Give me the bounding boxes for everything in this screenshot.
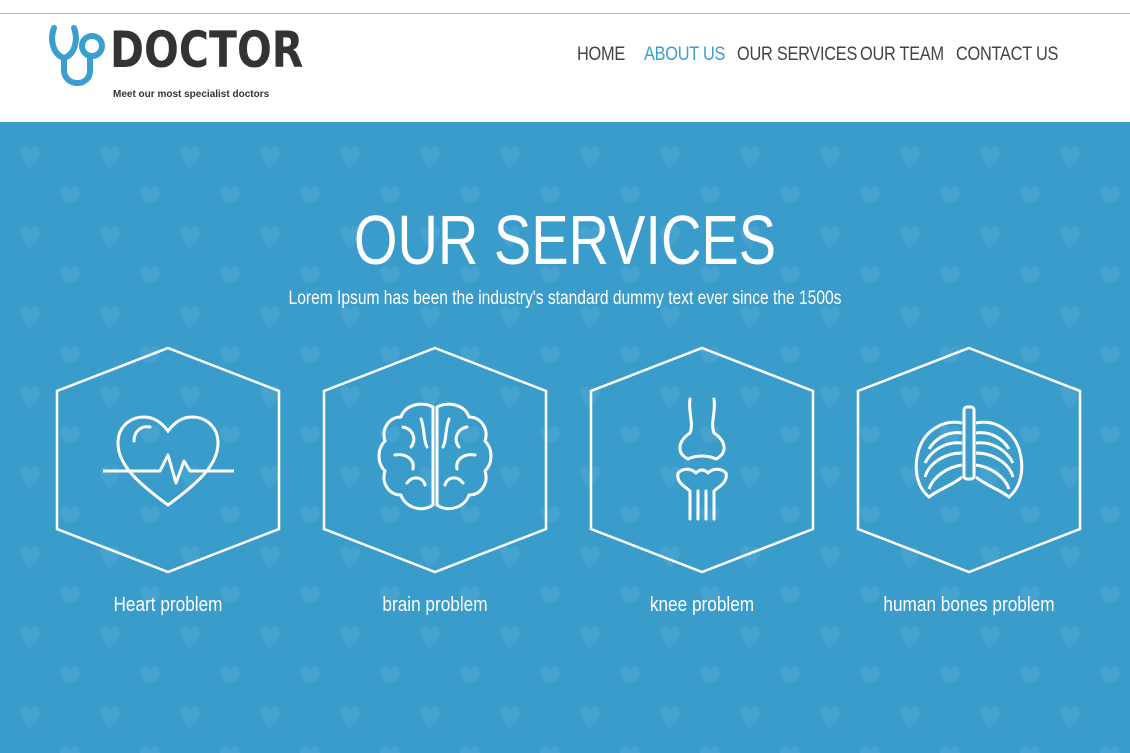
service-label: brain problem	[382, 594, 488, 616]
service-card-knee[interactable]: knee problem	[589, 346, 815, 626]
site-header: DOCTOR Meet our most specialist doctors …	[0, 14, 1130, 122]
service-label: knee problem	[649, 594, 755, 616]
logo-tagline: Meet our most specialist doctors	[113, 89, 270, 100]
stethoscope-icon	[49, 25, 105, 86]
nav-about-us[interactable]: ABOUT US	[644, 44, 725, 66]
section-subtitle: Lorem Ipsum has been the industry's stan…	[288, 288, 842, 309]
service-label: human bones problem	[883, 594, 1055, 616]
logo[interactable]: DOCTOR Meet our most specialist doctors	[48, 21, 303, 102]
service-card-heart[interactable]: Heart problem	[55, 346, 281, 626]
nav-our-services[interactable]: OUR SERVICES	[737, 44, 857, 66]
logo-title: DOCTOR	[110, 21, 304, 79]
nav-our-team[interactable]: OUR TEAM	[860, 44, 944, 66]
service-card-bones[interactable]: human bones problem	[856, 346, 1082, 626]
brain-icon	[377, 402, 493, 511]
services-section: OUR SERVICES Lorem Ipsum has been the in…	[0, 122, 1130, 753]
rib-cage-icon	[914, 405, 1024, 499]
nav-home[interactable]: HOME	[577, 44, 625, 66]
heart-pulse-icon	[103, 415, 234, 507]
knee-joint-icon	[676, 397, 728, 521]
nav-contact-us[interactable]: CONTACT US	[956, 44, 1058, 66]
service-card-brain[interactable]: brain problem	[322, 346, 548, 626]
service-label: Heart problem	[113, 594, 223, 616]
section-title: OUR SERVICES	[353, 201, 777, 279]
